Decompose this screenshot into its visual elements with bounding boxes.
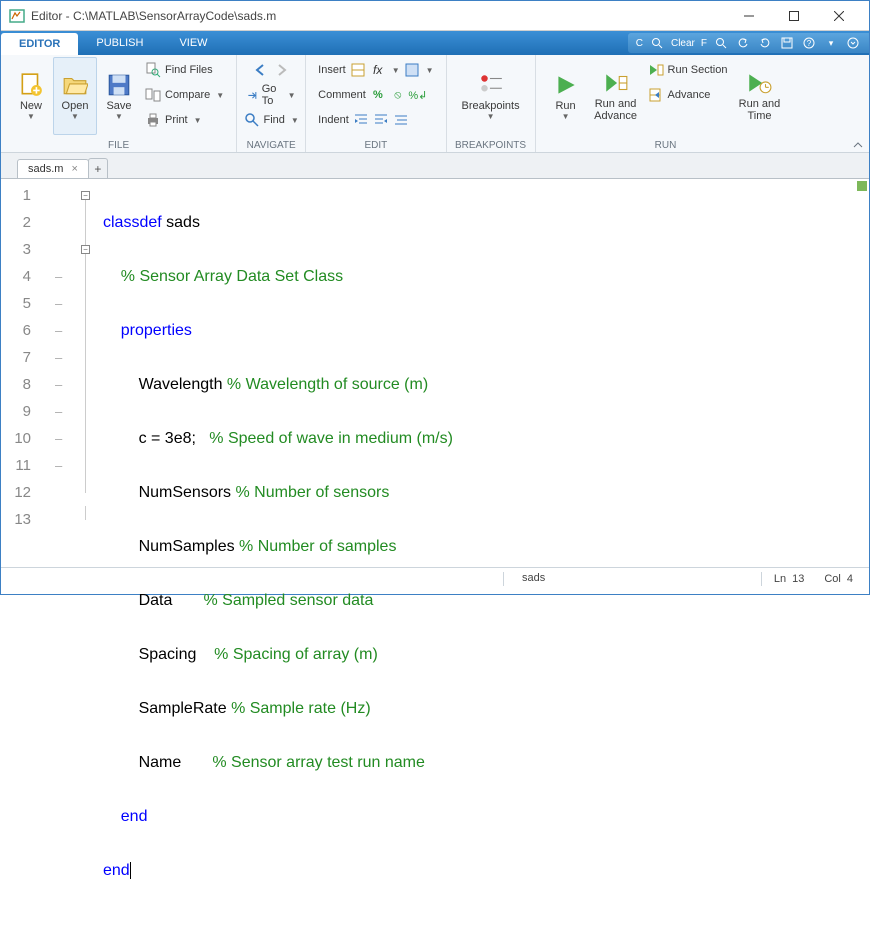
open-button[interactable]: Open▼	[53, 57, 97, 135]
minimize-button[interactable]	[726, 2, 771, 30]
window-title: Editor - C:\MATLAB\SensorArrayCode\sads.…	[31, 9, 726, 23]
maximize-button[interactable]	[771, 2, 816, 30]
run-time-button[interactable]: Run and Time	[731, 57, 787, 135]
group-file: New▼ Open▼ Save▼ Find Files Compare▼ Pri…	[1, 55, 237, 152]
run-advance-button[interactable]: Run and Advance	[588, 57, 644, 135]
redo-icon[interactable]	[755, 35, 775, 51]
tab-editor[interactable]: EDITOR	[1, 33, 78, 55]
add-tab-button[interactable]: +	[88, 158, 108, 178]
compare-icon	[145, 87, 161, 103]
group-breakpoints: Breakpoints▼ BREAKPOINTS	[447, 55, 536, 152]
group-file-label: FILE	[1, 140, 236, 151]
arrow-right-icon	[273, 62, 289, 78]
find-button[interactable]: Find▼	[240, 109, 303, 131]
qat-dropdown-icon[interactable]: ▾	[821, 35, 841, 51]
help-icon[interactable]: ?	[799, 35, 819, 51]
uncomment-icon[interactable]: ⦸	[390, 87, 406, 103]
search-qat-icon-2[interactable]	[711, 35, 731, 51]
ribbon-collapse-icon[interactable]	[853, 138, 863, 148]
file-tab-sads[interactable]: sads.m×	[17, 159, 89, 178]
breakpoint-column[interactable]: ––––––––	[39, 179, 81, 567]
advance-button[interactable]: Advance	[644, 84, 732, 106]
run-section-button[interactable]: Run Section	[644, 59, 732, 81]
new-icon	[18, 72, 44, 98]
outdent-icon[interactable]	[373, 112, 389, 128]
open-label: Open	[62, 100, 89, 112]
svg-text:?: ?	[807, 39, 812, 48]
goto-icon	[247, 87, 258, 103]
find-icon	[244, 112, 260, 128]
arrow-left-icon	[253, 62, 269, 78]
document-tabs: sads.m× +	[1, 153, 869, 179]
run-advance-icon	[603, 70, 629, 96]
breakpoints-icon	[478, 72, 504, 98]
group-bp-label: BREAKPOINTS	[447, 140, 535, 151]
undo-icon[interactable]	[733, 35, 753, 51]
code-overview-marker[interactable]	[857, 181, 867, 191]
insert-row: Insert fx▼ ▼	[314, 59, 437, 81]
compare-button[interactable]: Compare▼	[141, 84, 228, 106]
run-time-icon	[746, 70, 772, 96]
new-label: New	[20, 100, 42, 112]
quick-access-toolbar: C Clear F ? ▾	[628, 33, 869, 53]
ribbon-tabstrip: EDITOR PUBLISH VIEW C Clear F ? ▾	[1, 31, 869, 55]
close-button[interactable]	[816, 2, 861, 30]
qat-clear[interactable]: Clear	[669, 38, 697, 49]
qat-circle-icon[interactable]	[843, 35, 863, 51]
qat-f-label: F	[699, 38, 709, 49]
group-run-label: RUN	[536, 140, 796, 151]
find-files-icon	[145, 62, 161, 78]
search-qat-icon[interactable]	[647, 35, 667, 51]
code-editor[interactable]: 12345678910111213 –––––––– − − classdef …	[1, 179, 869, 567]
insert-section-icon[interactable]	[350, 62, 366, 78]
smart-indent-icon[interactable]	[393, 112, 409, 128]
app-icon	[9, 8, 25, 24]
group-edit: Insert fx▼ ▼ Comment % ⦸ %↲ Indent EDIT	[306, 55, 446, 152]
fold-column[interactable]: − −	[81, 179, 99, 567]
qat-c-label: C	[634, 38, 645, 49]
goto-button[interactable]: Go To▼	[243, 84, 300, 106]
run-icon	[553, 72, 579, 98]
nav-back-forward[interactable]	[249, 59, 293, 81]
print-button[interactable]: Print▼	[141, 109, 228, 131]
new-button[interactable]: New▼	[9, 57, 53, 135]
breakpoints-button[interactable]: Breakpoints▼	[455, 57, 527, 135]
group-run: Run▼ Run and Advance Run Section Advance…	[536, 55, 796, 152]
line-numbers: 12345678910111213	[1, 179, 39, 567]
run-button[interactable]: Run▼	[544, 57, 588, 135]
group-nav-label: NAVIGATE	[237, 140, 305, 151]
group-edit-label: EDIT	[306, 140, 445, 151]
tab-publish[interactable]: PUBLISH	[78, 31, 161, 55]
comment-row: Comment % ⦸ %↲	[314, 84, 437, 106]
fx-icon[interactable]: fx	[370, 62, 386, 78]
insert-misc-icon[interactable]	[404, 62, 420, 78]
code-area[interactable]: classdef sads % Sensor Array Data Set Cl…	[99, 179, 869, 567]
indent-row: Indent	[314, 109, 437, 131]
tab-view[interactable]: VIEW	[161, 31, 225, 55]
open-icon	[62, 72, 88, 98]
indent-icon[interactable]	[353, 112, 369, 128]
save-label: Save	[106, 100, 131, 112]
save-qat-icon[interactable]	[777, 35, 797, 51]
close-tab-icon[interactable]: ×	[71, 163, 77, 175]
ribbon: New▼ Open▼ Save▼ Find Files Compare▼ Pri…	[1, 55, 869, 153]
advance-icon	[648, 87, 664, 103]
run-section-icon	[648, 62, 664, 78]
save-button[interactable]: Save▼	[97, 57, 141, 135]
wrap-comment-icon[interactable]: %↲	[410, 87, 426, 103]
find-files-button[interactable]: Find Files	[141, 59, 228, 81]
save-icon	[106, 72, 132, 98]
titlebar: Editor - C:\MATLAB\SensorArrayCode\sads.…	[1, 1, 869, 31]
comment-icon[interactable]: %	[370, 87, 386, 103]
group-navigate: Go To▼ Find▼ NAVIGATE	[237, 55, 306, 152]
print-icon	[145, 112, 161, 128]
